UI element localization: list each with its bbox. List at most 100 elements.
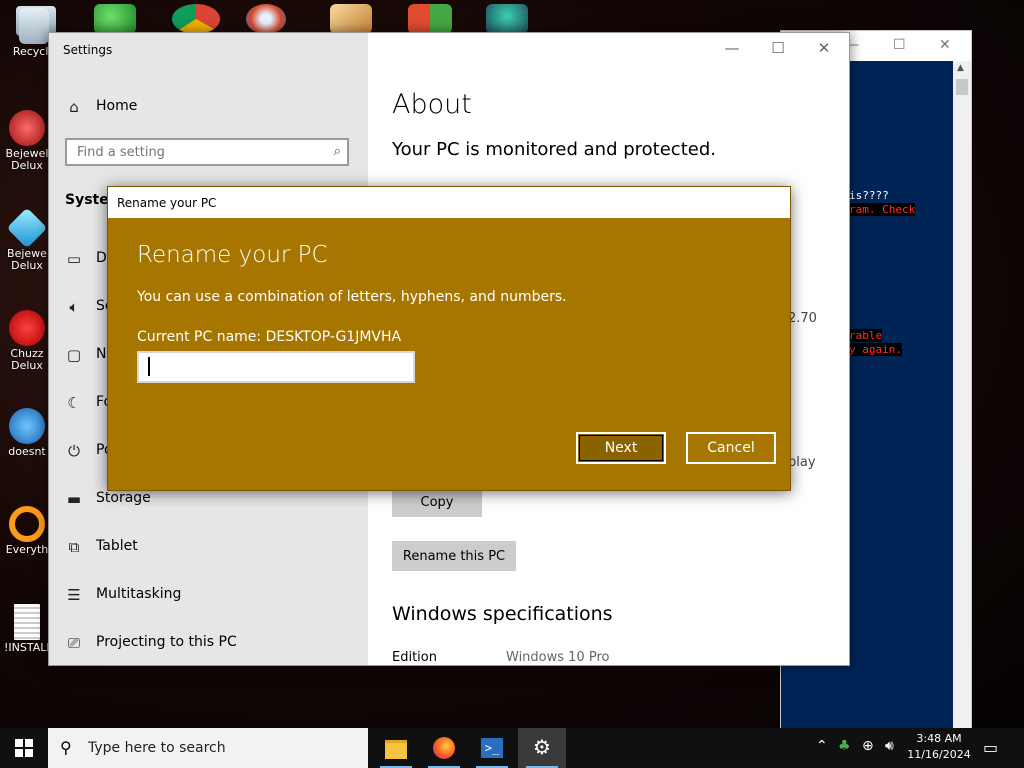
desktop-icon-label: Bejewe Delux bbox=[7, 248, 47, 272]
console-line-error: rable bbox=[849, 329, 883, 342]
dialog-description: You can use a combination of letters, hy… bbox=[137, 289, 567, 305]
volume-icon[interactable]: 🔊︎ bbox=[885, 738, 894, 754]
sidebar-item-home[interactable]: ⌂ Home bbox=[49, 87, 368, 127]
maximize-button[interactable]: ☐ bbox=[893, 37, 906, 53]
powershell-icon: >_ bbox=[481, 738, 503, 758]
desktop-icon-doesnt[interactable]: doesnt bbox=[4, 408, 50, 458]
partial-spec-value: 2.70 bbox=[788, 311, 817, 326]
multitasking-icon: ☰ bbox=[67, 586, 81, 604]
scrollbar-thumb[interactable] bbox=[956, 79, 968, 95]
current-pc-name: Current PC name: DESKTOP-G1JMVHA bbox=[137, 329, 402, 345]
rename-pc-button[interactable]: Rename this PC bbox=[392, 541, 516, 571]
globe-network-icon[interactable]: ⊕ bbox=[862, 738, 874, 754]
display-icon: ▭ bbox=[66, 250, 82, 268]
taskbar: ⚲ Type here to search >_ ⚙ ⌃ ♣ ⊕ 🔊︎ 3:48… bbox=[0, 728, 1024, 768]
cancel-button[interactable]: Cancel bbox=[686, 432, 776, 464]
desktop-icon-label: doesnt bbox=[8, 446, 46, 458]
recycle-bin-icon bbox=[19, 8, 49, 44]
power-icon: ⏻ bbox=[68, 442, 80, 460]
chrome-icon[interactable] bbox=[172, 4, 220, 34]
page-title: About bbox=[392, 89, 472, 120]
clock-date: 11/16/2024 bbox=[907, 748, 971, 761]
desktop-icon-label: Chuzz Delux bbox=[10, 348, 44, 372]
projecting-icon: ⎚ bbox=[67, 634, 80, 652]
browser-icon[interactable] bbox=[246, 4, 286, 34]
diamond-icon bbox=[6, 207, 48, 249]
find-setting-input[interactable] bbox=[75, 144, 319, 161]
system-clock[interactable]: 3:48 AM 11/16/2024 bbox=[906, 731, 972, 763]
sidebar-item-label: Multitasking bbox=[96, 586, 182, 602]
document-icon bbox=[14, 604, 40, 640]
storage-icon: ▬ bbox=[66, 490, 82, 508]
start-button[interactable] bbox=[0, 728, 48, 768]
windows-app-icon[interactable] bbox=[408, 4, 452, 34]
desktop-icon-label: !INSTALL bbox=[4, 642, 50, 654]
next-button[interactable]: Next bbox=[576, 432, 666, 464]
scroll-up-icon[interactable]: ▲ bbox=[957, 63, 964, 73]
desktop-icon-bejeweled-1[interactable]: Bejewel Delux bbox=[4, 110, 50, 172]
dialog-window-title: Rename your PC bbox=[117, 196, 217, 210]
protection-status: Your PC is monitored and protected. bbox=[392, 139, 716, 160]
folder-icon bbox=[385, 740, 407, 759]
sidebar-item-tablet[interactable]: ⧉ Tablet bbox=[49, 527, 368, 567]
desktop-icon-label: Everyth bbox=[5, 544, 49, 556]
windows-specifications-heading: Windows specifications bbox=[392, 603, 613, 625]
people-app-icon[interactable] bbox=[94, 4, 136, 34]
rename-pc-dialog[interactable]: Rename your PC Rename your PC You can us… bbox=[107, 186, 791, 491]
game-character-icon[interactable] bbox=[486, 4, 528, 34]
desktop-icon-chuzzle[interactable]: Chuzz Delux bbox=[4, 310, 50, 372]
taskbar-app-settings[interactable]: ⚙ bbox=[518, 728, 566, 768]
minimize-button[interactable]: — bbox=[709, 39, 755, 57]
sound-icon: 🔈︎ bbox=[69, 298, 79, 316]
console-line-error: y again. bbox=[849, 343, 902, 356]
sidebar-item-multitasking[interactable]: ☰ Multitasking bbox=[49, 575, 368, 615]
thunderbird-icon bbox=[9, 408, 45, 444]
find-setting-box[interactable]: ⌕ bbox=[65, 138, 349, 166]
dialog-heading: Rename your PC bbox=[137, 242, 328, 268]
edition-label: Edition bbox=[392, 650, 437, 665]
sidebar-item-label: Home bbox=[96, 98, 138, 114]
close-button[interactable]: ✕ bbox=[801, 39, 847, 57]
copy-button[interactable]: Copy bbox=[392, 487, 482, 517]
text-caret bbox=[148, 357, 150, 376]
search-icon[interactable]: ⌕ bbox=[334, 144, 341, 159]
partial-spec-text: play bbox=[788, 455, 816, 470]
notifications-icon[interactable]: ▭ bbox=[983, 738, 998, 757]
network-status-icon[interactable]: ♣ bbox=[838, 738, 851, 754]
desktop-icon-install[interactable]: !INSTALL bbox=[4, 604, 50, 654]
show-hidden-icons-chevron-icon[interactable]: ⌃ bbox=[816, 738, 828, 754]
desktop-icon-label: Bejewel Delux bbox=[5, 148, 49, 172]
taskbar-app-powershell[interactable]: >_ bbox=[468, 728, 516, 768]
focus-assist-icon: ☾ bbox=[67, 394, 81, 412]
everything-search-icon bbox=[9, 506, 45, 542]
home-icon: ⌂ bbox=[69, 98, 79, 116]
sidebar-item-projecting[interactable]: ⎚ Projecting to this PC bbox=[49, 623, 368, 663]
sidebar-item-label: Projecting to this PC bbox=[96, 634, 237, 650]
chuzzle-icon bbox=[9, 310, 45, 346]
window-title: Settings bbox=[63, 43, 113, 57]
search-icon: ⚲ bbox=[60, 738, 72, 757]
firefox-icon bbox=[433, 737, 455, 759]
maximize-button[interactable]: ☐ bbox=[755, 39, 801, 57]
taskbar-search-box[interactable]: ⚲ Type here to search bbox=[48, 728, 368, 768]
console-scrollbar[interactable]: ▲ bbox=[953, 61, 971, 729]
windows-logo-icon bbox=[15, 739, 33, 757]
tablet-icon: ⧉ bbox=[68, 538, 80, 556]
close-button[interactable]: ✕ bbox=[939, 37, 951, 53]
notifications-icon: ▢ bbox=[66, 346, 82, 364]
taskbar-app-file-explorer[interactable] bbox=[372, 728, 420, 768]
new-pc-name-input[interactable] bbox=[137, 351, 415, 383]
bejeweled-icon bbox=[9, 110, 45, 146]
dialog-titlebar[interactable]: Rename your PC bbox=[108, 187, 790, 218]
desktop-icon-bejeweled-2[interactable]: Bejewe Delux bbox=[4, 207, 50, 272]
gear-icon: ⚙ bbox=[533, 735, 551, 759]
console-line-error: ram. Check bbox=[849, 203, 916, 216]
console-line: is???? bbox=[849, 189, 889, 202]
taskbar-app-firefox[interactable] bbox=[420, 728, 468, 768]
edition-value: Windows 10 Pro bbox=[506, 650, 610, 665]
taskbar-search-placeholder: Type here to search bbox=[88, 740, 226, 756]
shortcut-icon[interactable] bbox=[330, 4, 372, 34]
sidebar-item-label: Storage bbox=[96, 490, 151, 506]
desktop-icon-everything[interactable]: Everyth bbox=[4, 506, 50, 556]
sidebar-item-label: Tablet bbox=[96, 538, 138, 554]
